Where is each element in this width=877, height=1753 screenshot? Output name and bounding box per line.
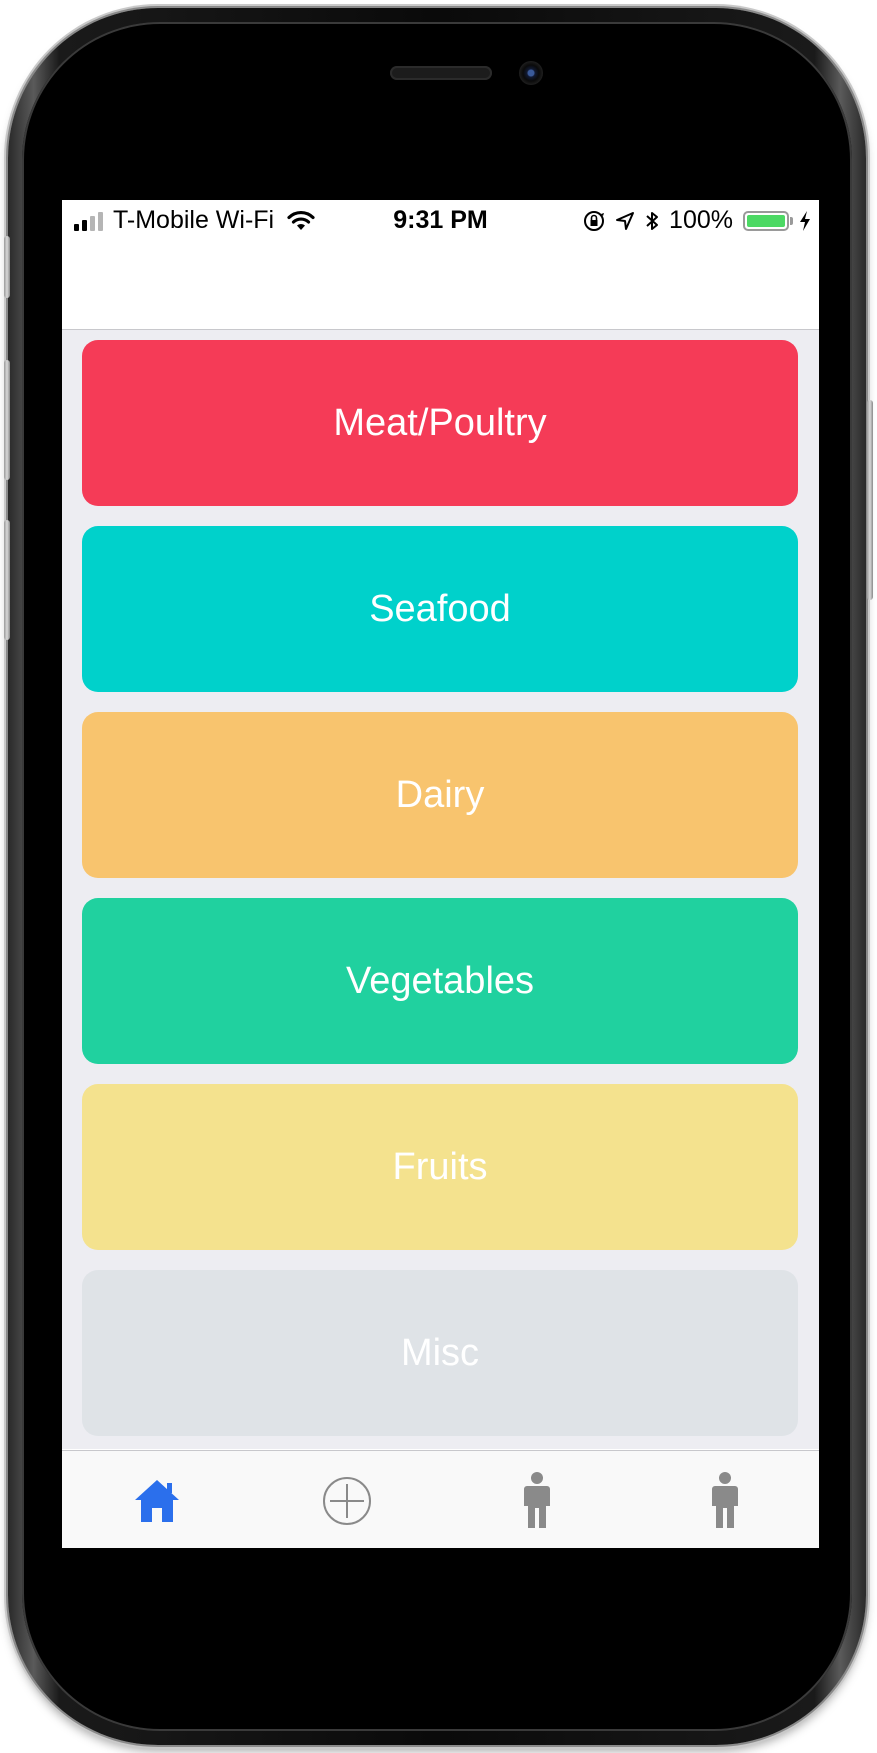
category-label: Dairy xyxy=(395,773,485,816)
category-meat-poultry[interactable]: Meat/Poultry xyxy=(82,340,798,506)
category-label: Misc xyxy=(400,1331,480,1374)
mute-switch xyxy=(4,236,10,298)
category-vegetables[interactable]: Vegetables xyxy=(82,898,798,1064)
screen: T-Mobile Wi-Fi 9:31 PM 100% Meat/Poultry… xyxy=(62,200,819,1548)
category-label: Vegetables xyxy=(345,959,535,1002)
home-icon xyxy=(135,1480,179,1522)
person-icon xyxy=(712,1472,738,1528)
tab-bar xyxy=(62,1450,819,1548)
battery-icon xyxy=(743,210,789,231)
person-icon xyxy=(524,1472,550,1528)
battery-percent: 100% xyxy=(669,206,733,234)
tab-person-1[interactable] xyxy=(507,1471,567,1531)
power-button xyxy=(867,400,873,600)
location-icon xyxy=(616,211,635,230)
category-seafood[interactable]: Seafood xyxy=(82,526,798,692)
category-list: Meat/Poultry Seafood Dairy Vegetables Fr… xyxy=(62,330,819,1449)
earpiece-speaker xyxy=(390,66,492,80)
status-bar: T-Mobile Wi-Fi 9:31 PM 100% xyxy=(62,200,819,244)
volume-down-button xyxy=(4,520,10,640)
tab-add[interactable] xyxy=(317,1471,377,1531)
rotation-lock-icon xyxy=(584,210,605,231)
front-camera xyxy=(519,61,543,85)
category-fruits[interactable]: Fruits xyxy=(82,1084,798,1250)
category-label: Seafood xyxy=(369,587,511,630)
category-label: Fruits xyxy=(392,1145,488,1188)
category-label: Meat/Poultry xyxy=(333,401,547,444)
navigation-bar xyxy=(62,244,819,330)
tab-home[interactable] xyxy=(127,1471,187,1531)
tab-person-2[interactable] xyxy=(695,1471,755,1531)
add-circle-icon xyxy=(323,1477,371,1525)
charging-icon xyxy=(800,210,810,231)
category-misc[interactable]: Misc xyxy=(82,1270,798,1436)
category-dairy[interactable]: Dairy xyxy=(82,712,798,878)
volume-up-button xyxy=(4,360,10,480)
bluetooth-icon xyxy=(646,211,659,230)
